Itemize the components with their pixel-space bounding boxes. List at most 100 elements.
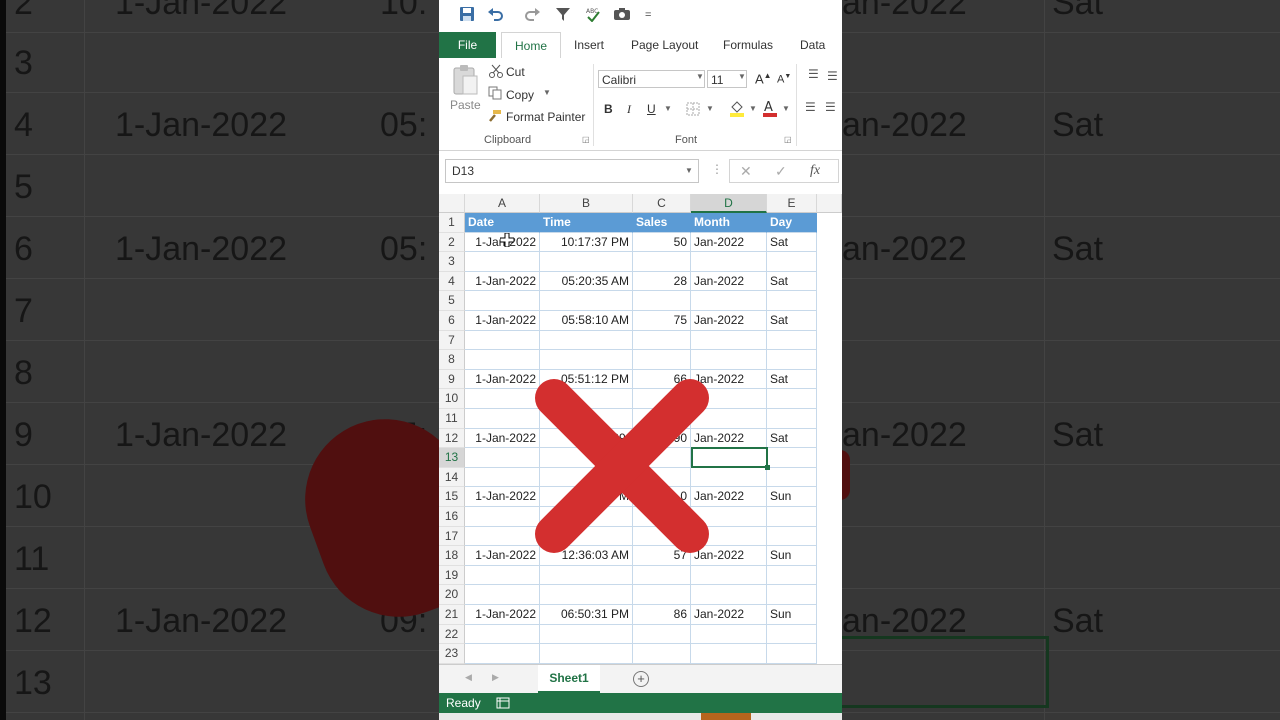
row-header-2[interactable]: 2 — [439, 232, 465, 253]
new-sheet-button[interactable]: + — [633, 671, 649, 687]
font-name-dropdown-icon[interactable]: ▼ — [696, 72, 704, 81]
shrink-font-icon[interactable]: A▼ — [777, 73, 791, 86]
qat-customize[interactable]: = — [645, 9, 651, 21]
insert-function-button[interactable]: fx — [810, 163, 820, 179]
paste-icon[interactable] — [451, 64, 479, 101]
fill-color-icon[interactable] — [729, 99, 745, 122]
bold-button[interactable]: B — [604, 102, 613, 116]
underline-dropdown-icon[interactable]: ▼ — [664, 104, 672, 113]
cell-date[interactable]: 1-Jan-2022 — [465, 428, 540, 449]
italic-button[interactable]: I — [627, 102, 631, 117]
font-size-dropdown-icon[interactable]: ▼ — [738, 72, 746, 81]
cell[interactable] — [767, 526, 817, 547]
row-header-3[interactable]: 3 — [439, 252, 465, 272]
row-header-10[interactable]: 10 — [439, 389, 465, 409]
save-icon[interactable] — [459, 6, 475, 27]
cell-time[interactable]: 05:20:35 AM — [540, 271, 633, 292]
cell[interactable] — [767, 389, 817, 409]
cell[interactable] — [691, 644, 767, 664]
cell[interactable] — [633, 644, 691, 664]
undo-icon[interactable] — [487, 6, 505, 27]
align-left-icon[interactable]: ☰ — [805, 100, 816, 114]
column-header-a[interactable]: A — [465, 194, 540, 213]
grow-font-icon[interactable]: A▲ — [755, 71, 772, 86]
copy-icon[interactable] — [488, 86, 502, 105]
font-color-icon[interactable]: A — [762, 99, 778, 122]
header-cell-month[interactable]: Month — [691, 213, 767, 233]
cell[interactable] — [633, 291, 691, 311]
cancel-icon[interactable]: ✕ — [740, 163, 752, 180]
cell[interactable] — [465, 291, 540, 311]
cell-day[interactable]: Sat — [767, 369, 817, 390]
row-header-21[interactable]: 21 — [439, 605, 465, 625]
cell-day[interactable]: Sun — [767, 546, 817, 566]
fill-color-dropdown-icon[interactable]: ▼ — [749, 104, 757, 113]
row-header-13[interactable]: 13 — [439, 448, 465, 468]
cell-sales[interactable]: 28 — [633, 271, 691, 292]
font-color-dropdown-icon[interactable]: ▼ — [782, 104, 790, 113]
cell-month[interactable]: Jan-2022 — [691, 232, 767, 253]
copy-dropdown-icon[interactable]: ▼ — [543, 88, 551, 97]
cell-date[interactable]: 1-Jan-2022 — [465, 271, 540, 292]
cell[interactable] — [540, 252, 633, 272]
cell[interactable] — [767, 330, 817, 351]
enter-icon[interactable]: ✓ — [775, 163, 787, 180]
tab-home[interactable]: Home — [501, 32, 561, 60]
cell-month[interactable]: Jan-2022 — [691, 311, 767, 331]
cell[interactable] — [691, 350, 767, 370]
column-header-b[interactable]: B — [540, 194, 633, 213]
cell[interactable] — [633, 624, 691, 645]
cell[interactable] — [465, 252, 540, 272]
cell[interactable] — [465, 448, 540, 468]
cell-time[interactable]: 10:17:37 PM — [540, 232, 633, 253]
header-cell-day[interactable]: Day — [767, 213, 817, 233]
borders-dropdown-icon[interactable]: ▼ — [706, 104, 714, 113]
row-header-17[interactable]: 17 — [439, 526, 465, 547]
cell[interactable] — [465, 644, 540, 664]
cell[interactable] — [465, 467, 540, 488]
cell[interactable] — [691, 330, 767, 351]
cell[interactable] — [465, 330, 540, 351]
cell[interactable] — [540, 624, 633, 645]
row-header-5[interactable]: 5 — [439, 291, 465, 311]
column-header-e[interactable]: E — [767, 194, 817, 213]
row-header-19[interactable]: 19 — [439, 565, 465, 586]
align-center-icon[interactable]: ☰ — [825, 100, 836, 114]
cut-button[interactable]: Cut — [506, 65, 525, 79]
row-header-18[interactable]: 18 — [439, 546, 465, 566]
row-header-9[interactable]: 9 — [439, 369, 465, 390]
cell-day[interactable]: Sat — [767, 311, 817, 331]
cell[interactable] — [465, 565, 540, 586]
row-header-14[interactable]: 14 — [439, 467, 465, 488]
cell[interactable] — [633, 350, 691, 370]
font-launcher-icon[interactable]: ◲ — [784, 135, 792, 144]
cell[interactable] — [465, 409, 540, 429]
header-cell-sales[interactable]: Sales — [633, 213, 691, 233]
cell[interactable] — [767, 291, 817, 311]
cell-date[interactable]: 1-Jan-2022 — [465, 605, 540, 625]
cell-date[interactable]: 1-Jan-2022 — [465, 311, 540, 331]
cell[interactable] — [465, 389, 540, 409]
cell[interactable] — [691, 565, 767, 586]
cell[interactable] — [767, 565, 817, 586]
cell-day[interactable]: Sun — [767, 487, 817, 507]
row-header-12[interactable]: 12 — [439, 428, 465, 449]
cell[interactable] — [633, 565, 691, 586]
header-cell-time[interactable]: Time — [540, 213, 633, 233]
cell-month[interactable]: Jan-2022 — [691, 271, 767, 292]
column-header-d[interactable]: D — [691, 194, 767, 213]
row-header-4[interactable]: 4 — [439, 271, 465, 292]
align-top-icon[interactable]: ☰ — [808, 67, 819, 81]
cell[interactable] — [540, 330, 633, 351]
cell[interactable] — [767, 350, 817, 370]
row-header-8[interactable]: 8 — [439, 350, 465, 370]
font-name-select[interactable]: Calibri — [598, 70, 705, 88]
fill-handle[interactable] — [765, 465, 770, 470]
cell[interactable] — [767, 644, 817, 664]
cell[interactable] — [465, 526, 540, 547]
cell-day[interactable]: Sat — [767, 428, 817, 449]
cell[interactable] — [691, 585, 767, 605]
cell-sales[interactable]: 50 — [633, 232, 691, 253]
clipboard-launcher-icon[interactable]: ◲ — [582, 135, 590, 144]
column-header-c[interactable]: C — [633, 194, 691, 213]
